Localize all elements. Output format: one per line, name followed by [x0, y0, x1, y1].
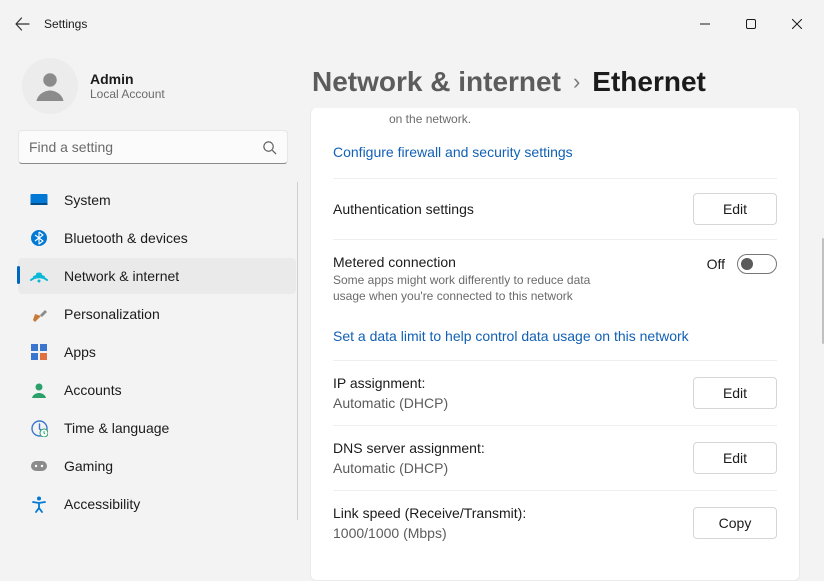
auth-label: Authentication settings	[333, 201, 693, 217]
metered-state: Off	[707, 256, 725, 272]
linkspeed-label: Link speed (Receive/Transmit):	[333, 505, 693, 521]
nav-scrollbar[interactable]	[297, 182, 298, 520]
dns-label: DNS server assignment:	[333, 440, 693, 456]
window-controls	[682, 9, 820, 39]
network-icon	[30, 267, 48, 285]
search-icon	[262, 140, 277, 155]
maximize-button[interactable]	[728, 9, 774, 39]
nav-label: System	[64, 192, 111, 208]
nav-label: Time & language	[64, 420, 169, 436]
auth-edit-button[interactable]: Edit	[693, 193, 777, 225]
avatar	[22, 58, 78, 114]
nav-label: Personalization	[64, 306, 160, 322]
ip-edit-button[interactable]: Edit	[693, 377, 777, 409]
settings-panel[interactable]: on the network. Configure firewall and s…	[310, 108, 800, 581]
metered-label: Metered connection	[333, 254, 707, 270]
sidebar-item-network[interactable]: Network & internet	[18, 258, 296, 294]
auth-row: Authentication settings Edit	[333, 178, 777, 239]
back-button[interactable]	[0, 0, 44, 48]
titlebar: Settings	[0, 0, 824, 48]
window-title: Settings	[44, 17, 87, 31]
breadcrumb: Network & internet › Ethernet	[310, 48, 800, 108]
nav[interactable]: System Bluetooth & devices Network & int…	[0, 178, 304, 538]
metered-toggle[interactable]	[737, 254, 777, 274]
breadcrumb-parent[interactable]: Network & internet	[312, 66, 561, 98]
close-icon	[792, 19, 802, 29]
gaming-icon	[30, 457, 48, 475]
content: Network & internet › Ethernet on the net…	[310, 48, 824, 581]
nav-label: Bluetooth & devices	[64, 230, 188, 246]
dns-edit-button[interactable]: Edit	[693, 442, 777, 474]
ip-row: IP assignment: Automatic (DHCP) Edit	[333, 361, 777, 425]
sidebar: Admin Local Account System Bluetooth & d…	[0, 48, 310, 581]
ip-label: IP assignment:	[333, 375, 693, 391]
maximize-icon	[746, 19, 756, 29]
accessibility-icon	[30, 495, 48, 513]
sidebar-item-bluetooth[interactable]: Bluetooth & devices	[18, 220, 296, 256]
sidebar-item-time[interactable]: Time & language	[18, 410, 296, 446]
dns-row: DNS server assignment: Automatic (DHCP) …	[333, 425, 777, 490]
sidebar-item-personalization[interactable]: Personalization	[18, 296, 296, 332]
nav-label: Accounts	[64, 382, 122, 398]
minimize-button[interactable]	[682, 9, 728, 39]
search-box[interactable]	[18, 130, 288, 164]
cutoff-description: on the network.	[333, 108, 777, 130]
nav-label: Gaming	[64, 458, 113, 474]
close-button[interactable]	[774, 9, 820, 39]
chevron-right-icon: ›	[573, 69, 580, 95]
sidebar-item-gaming[interactable]: Gaming	[18, 448, 296, 484]
linkspeed-value: 1000/1000 (Mbps)	[333, 525, 693, 541]
sidebar-item-accessibility[interactable]: Accessibility	[18, 486, 296, 522]
system-icon	[30, 191, 48, 209]
apps-icon	[30, 343, 48, 361]
nav-label: Accessibility	[64, 496, 140, 512]
ip-value: Automatic (DHCP)	[333, 395, 693, 411]
nav-label: Network & internet	[64, 268, 179, 284]
toggle-knob	[741, 258, 753, 270]
minimize-icon	[700, 19, 710, 29]
nav-label: Apps	[64, 344, 96, 360]
sidebar-item-accounts[interactable]: Accounts	[18, 372, 296, 408]
time-icon	[30, 419, 48, 437]
back-arrow-icon	[14, 16, 30, 32]
sidebar-item-system[interactable]: System	[18, 182, 296, 218]
bluetooth-icon	[30, 229, 48, 247]
profile-name: Admin	[90, 71, 165, 87]
firewall-link[interactable]: Configure firewall and security settings	[333, 130, 777, 178]
accounts-icon	[30, 381, 48, 399]
linkspeed-copy-button[interactable]: Copy	[693, 507, 777, 539]
page-title: Ethernet	[592, 66, 706, 98]
dns-value: Automatic (DHCP)	[333, 460, 693, 476]
linkspeed-row: Link speed (Receive/Transmit): 1000/1000…	[333, 490, 777, 555]
personalization-icon	[30, 305, 48, 323]
datalimit-link[interactable]: Set a data limit to help control data us…	[333, 318, 777, 361]
user-icon	[32, 68, 68, 104]
metered-row: Metered connection Some apps might work …	[333, 239, 777, 318]
profile[interactable]: Admin Local Account	[0, 48, 304, 130]
sidebar-item-apps[interactable]: Apps	[18, 334, 296, 370]
search-input[interactable]	[29, 139, 262, 155]
metered-sub: Some apps might work differently to redu…	[333, 272, 613, 304]
profile-sub: Local Account	[90, 87, 165, 101]
